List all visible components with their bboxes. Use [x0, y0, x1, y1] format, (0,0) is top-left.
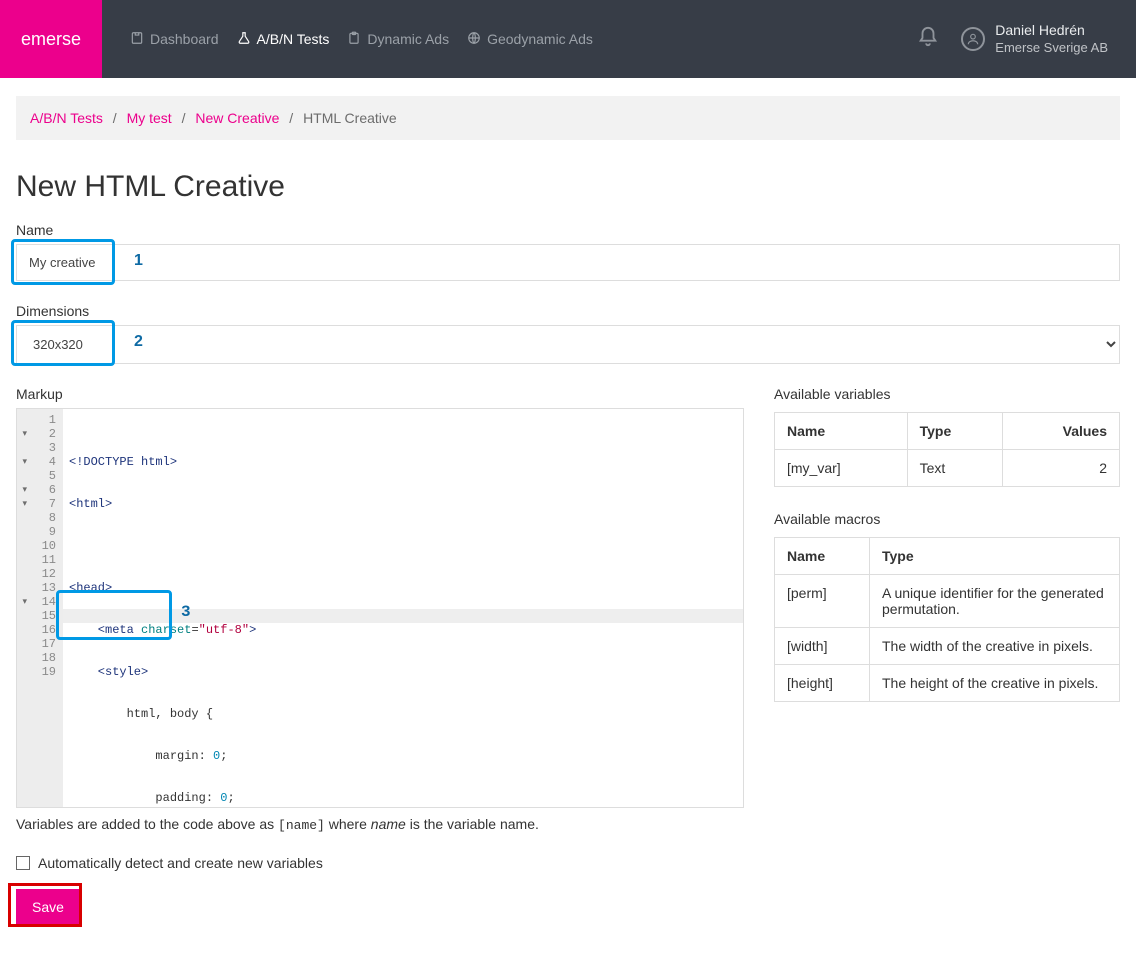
- code-token: >: [249, 623, 256, 637]
- highlight-box: [14, 323, 112, 363]
- breadcrumb-sep: /: [107, 110, 123, 126]
- bell-icon[interactable]: [917, 26, 939, 51]
- highlight-box: [8, 883, 82, 927]
- user-name: Daniel Hedrén: [995, 21, 1108, 39]
- editor-gutter: 1 2 3 4 5 6 7 8 9 10 11 12 13 14 15 16 1: [17, 409, 63, 807]
- code-token: html, body {: [69, 707, 213, 721]
- vars-th-values: Values: [1003, 413, 1120, 450]
- cell: [height]: [775, 665, 870, 702]
- table-row: [height] The height of the creative in p…: [775, 665, 1120, 702]
- macros-th-name: Name: [775, 538, 870, 575]
- nav-dynamic-ads[interactable]: Dynamic Ads: [347, 31, 449, 48]
- dimensions-label: Dimensions: [16, 303, 1120, 319]
- cell: [perm]: [775, 575, 870, 628]
- markup-label: Markup: [16, 386, 744, 402]
- nav-abn-tests[interactable]: A/B/N Tests: [237, 31, 330, 48]
- variables-table: Name Type Values [my_var] Text 2: [774, 412, 1120, 487]
- code-token: ;: [227, 791, 234, 805]
- table-row: [perm] A unique identifier for the gener…: [775, 575, 1120, 628]
- cell: Text: [907, 450, 1002, 487]
- breadcrumb: A/B/N Tests / My test / New Creative / H…: [16, 96, 1120, 140]
- name-input[interactable]: [16, 244, 1120, 281]
- breadcrumb-current: HTML Creative: [303, 110, 397, 126]
- annotation-1: 1: [134, 252, 143, 270]
- code-token: =: [191, 623, 198, 637]
- nav-right: Daniel Hedrén Emerse Sverige AB: [917, 21, 1136, 56]
- user-info: Daniel Hedrén Emerse Sverige AB: [995, 21, 1108, 56]
- clipboard-icon: [347, 31, 361, 48]
- dimensions-select[interactable]: 320x320: [16, 325, 1120, 364]
- breadcrumb-link[interactable]: A/B/N Tests: [30, 110, 103, 126]
- dashboard-icon: [130, 31, 144, 48]
- breadcrumb-link[interactable]: My test: [127, 110, 172, 126]
- editor-code[interactable]: <!DOCTYPE html> <html> <head> <meta char…: [63, 409, 743, 807]
- nav-label: Geodynamic Ads: [487, 31, 593, 47]
- nav-label: Dashboard: [150, 31, 219, 47]
- macros-table: Name Type [perm] A unique identifier for…: [774, 537, 1120, 702]
- page-title: New HTML Creative: [16, 170, 1120, 204]
- annotation-3: 3: [181, 605, 191, 619]
- annotation-2: 2: [134, 333, 143, 351]
- code-editor[interactable]: 1 2 3 4 5 6 7 8 9 10 11 12 13 14 15 16 1: [16, 408, 744, 808]
- globe-icon: [467, 31, 481, 48]
- cell: The width of the creative in pixels.: [870, 628, 1120, 665]
- cell: The height of the creative in pixels.: [870, 665, 1120, 702]
- macros-heading: Available macros: [774, 511, 1120, 527]
- nav-label: Dynamic Ads: [367, 31, 449, 47]
- variables-heading: Available variables: [774, 386, 1120, 402]
- code-token: ;: [220, 749, 227, 763]
- code-token: <!DOCTYPE html>: [69, 455, 177, 469]
- cell: A unique identifier for the generated pe…: [870, 575, 1120, 628]
- code-token: padding:: [69, 791, 220, 805]
- code-token: "utf-8": [199, 623, 249, 637]
- nav-label: A/B/N Tests: [257, 31, 330, 47]
- highlight-box: [59, 593, 169, 637]
- brand-logo[interactable]: emerse: [0, 0, 102, 78]
- user-company: Emerse Sverige AB: [995, 40, 1108, 57]
- user-icon: [961, 27, 985, 51]
- nav-geodynamic-ads[interactable]: Geodynamic Ads: [467, 31, 593, 48]
- cell: [my_var]: [775, 450, 908, 487]
- main-content: New HTML Creative Name 1 Dimensions 320x…: [0, 140, 1136, 965]
- breadcrumb-sep: /: [283, 110, 299, 126]
- top-nav: emerse Dashboard A/B/N Tests Dynamic Ads…: [0, 0, 1136, 78]
- highlight-box: [14, 242, 112, 282]
- vars-th-type: Type: [907, 413, 1002, 450]
- autodetect-row[interactable]: Automatically detect and create new vari…: [16, 855, 744, 871]
- table-row[interactable]: [my_var] Text 2: [775, 450, 1120, 487]
- code-token: margin:: [69, 749, 213, 763]
- macros-th-type: Type: [870, 538, 1120, 575]
- table-row: [width] The width of the creative in pix…: [775, 628, 1120, 665]
- nav-items: Dashboard A/B/N Tests Dynamic Ads Geodyn…: [130, 31, 593, 48]
- name-label: Name: [16, 222, 1120, 238]
- cell: 2: [1003, 450, 1120, 487]
- code-token: <style>: [69, 665, 148, 679]
- flask-icon: [237, 31, 251, 48]
- user-menu[interactable]: Daniel Hedrén Emerse Sverige AB: [961, 21, 1108, 56]
- vars-th-name: Name: [775, 413, 908, 450]
- nav-dashboard[interactable]: Dashboard: [130, 31, 219, 48]
- code-token: <html>: [69, 497, 112, 511]
- breadcrumb-sep: /: [176, 110, 192, 126]
- markup-helper-text: Variables are added to the code above as…: [16, 816, 744, 833]
- autodetect-label: Automatically detect and create new vari…: [38, 855, 323, 871]
- breadcrumb-link[interactable]: New Creative: [195, 110, 279, 126]
- autodetect-checkbox[interactable]: [16, 856, 30, 870]
- cell: [width]: [775, 628, 870, 665]
